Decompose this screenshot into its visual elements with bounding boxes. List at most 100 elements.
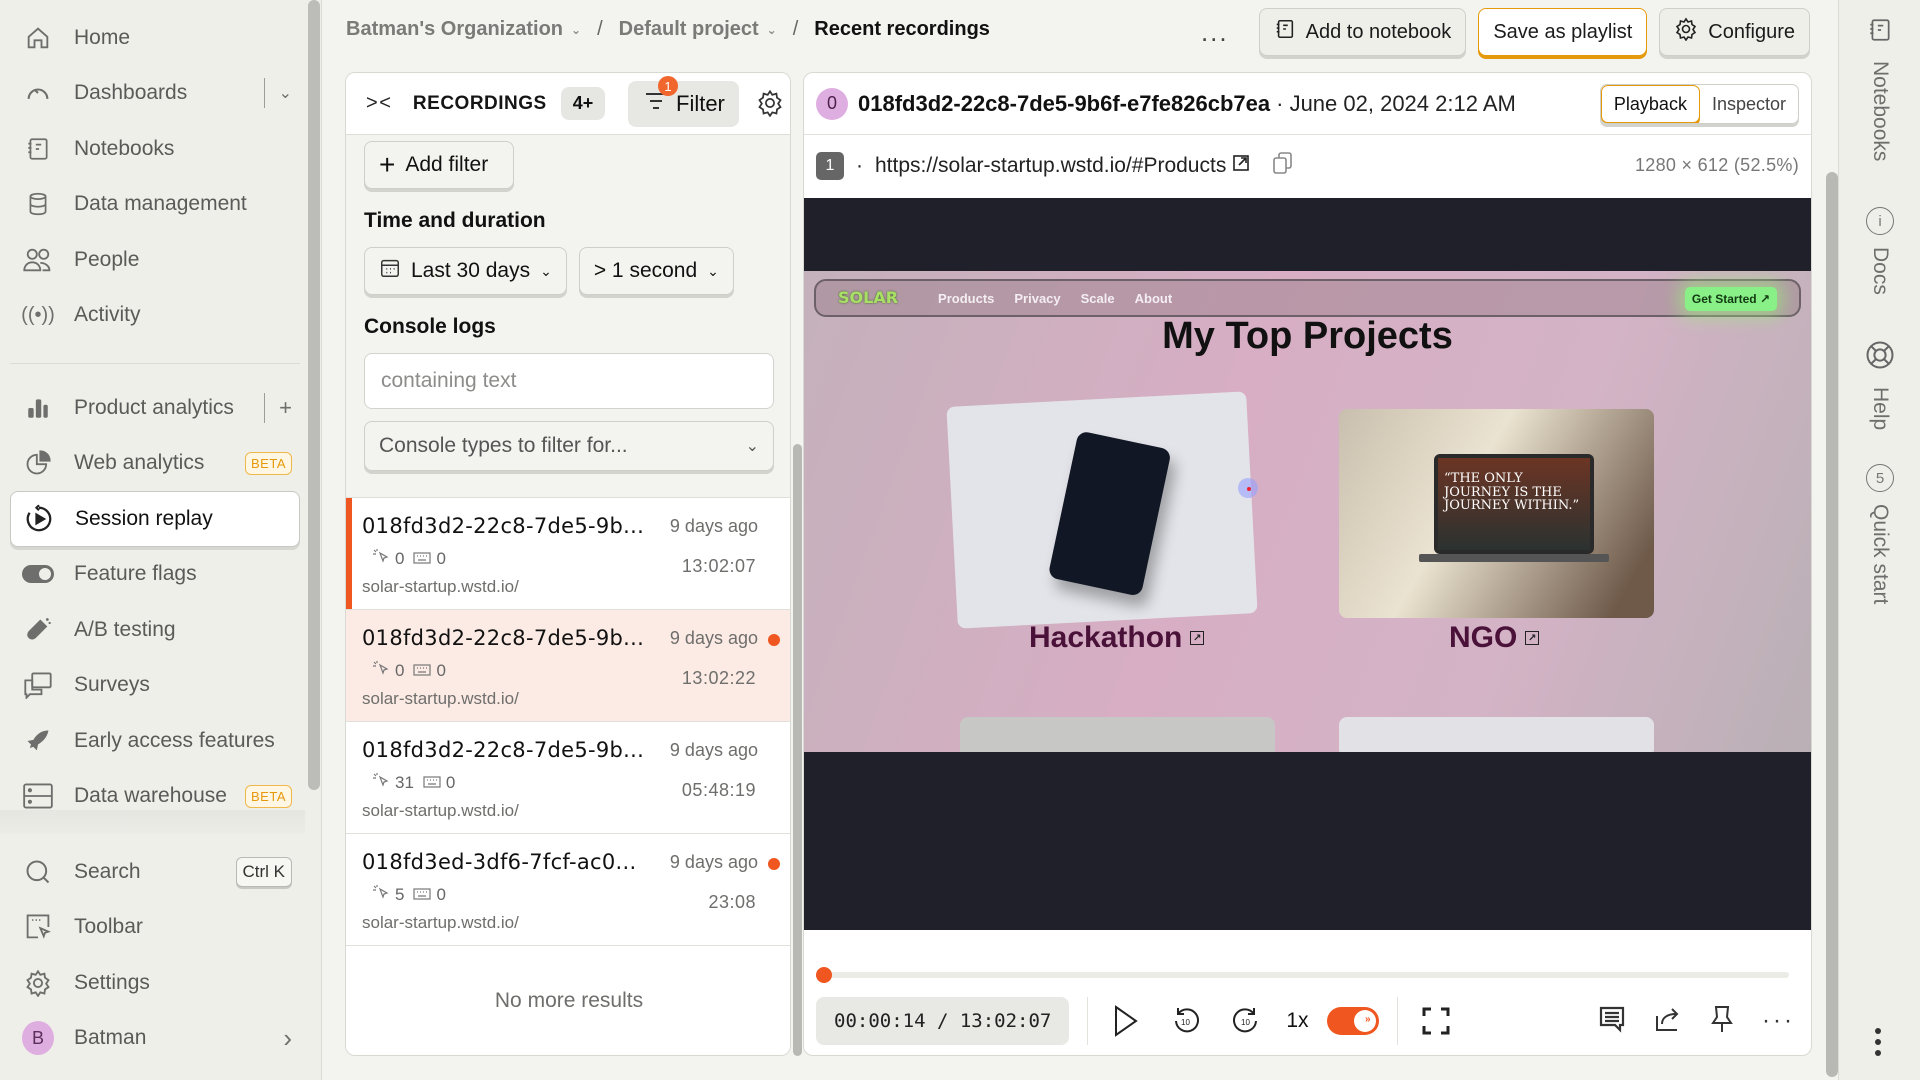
collapse-panel-icon[interactable]: > < (366, 92, 391, 115)
keyboard-icon (423, 773, 441, 793)
filter-button[interactable]: 1 Filter (628, 76, 739, 127)
recordings-header: > < RECORDINGS 4+ 1 Filter (346, 73, 790, 135)
nav-item-settings[interactable]: Settings (10, 955, 300, 1011)
player-header: 0 018fd3d2-22c8-7de5-9b6f-e7fe826cb7ea ·… (804, 73, 1811, 135)
person-avatar[interactable]: 0 (816, 87, 848, 120)
nav-item-notebooks[interactable]: Notebooks (10, 121, 300, 177)
nav-label: Settings (74, 970, 150, 994)
replayed-site: SOLAR Products Privacy Scale About Get S… (804, 271, 1811, 752)
chat-bubbles-icon (22, 669, 54, 701)
click-icon (372, 772, 390, 793)
recording-url: solar-startup.wstd.io/ (362, 689, 519, 708)
time-duration-heading: Time and duration (364, 209, 546, 232)
seek-bar[interactable] (816, 967, 1789, 983)
add-filter-button[interactable]: + Add filter (364, 141, 514, 189)
copy-url-icon[interactable] (1272, 151, 1294, 181)
nav-label: Home (74, 25, 131, 49)
comment-button[interactable] (1598, 1005, 1626, 1038)
open-external-icon[interactable] (1232, 154, 1250, 178)
nav-item-toolbar[interactable]: Toolbar (10, 900, 300, 956)
nav-item-web-analytics[interactable]: Web analytics BETA (10, 436, 300, 492)
add-to-notebook-button[interactable]: Add to notebook (1258, 8, 1467, 56)
nav-label: Early access features (74, 728, 275, 752)
toggle-icon (22, 558, 54, 590)
chevron-down-icon: ⌄ (540, 262, 552, 279)
click-count: 0 (395, 548, 405, 568)
console-text-input[interactable] (364, 353, 774, 409)
session-date: · June 02, 2024 2:12 AM (1276, 90, 1516, 116)
breadcrumb-organization[interactable]: Batman's Organization ⌄ (346, 18, 581, 41)
save-as-playlist-button[interactable]: Save as playlist (1478, 8, 1648, 56)
console-types-select[interactable]: Console types to filter for... ⌄ (364, 421, 774, 471)
recordings-settings-gear-icon[interactable] (756, 89, 784, 122)
breadcrumb-project[interactable]: Default project ⌄ (619, 18, 777, 41)
sidebar-help[interactable]: Help (1839, 340, 1920, 430)
recording-list-item[interactable]: 018fd3d2-22c8-7de5-9b... 9 days ago 0 0 13:0… (346, 609, 790, 721)
sidebar-docs[interactable]: i Docs (1839, 207, 1920, 295)
recording-list-item[interactable]: 018fd3d2-22c8-7de5-9b... 9 days ago 0 0 13:0… (346, 497, 790, 609)
keypress-count: 0 (436, 884, 446, 904)
recording-duration: 13:02:22 (681, 668, 756, 688)
nav-item-dashboards[interactable]: Dashboards ⌄ (10, 66, 300, 122)
notebook-icon (1274, 17, 1296, 47)
seek-handle[interactable] (816, 967, 833, 983)
pin-button[interactable] (1710, 1005, 1734, 1038)
date-range-dropdown[interactable]: Last 30 days ⌄ (364, 247, 567, 295)
url-index-badge: 1 (816, 152, 844, 180)
nav-item-user[interactable]: B Batman › (10, 1011, 300, 1067)
tab-inspector[interactable]: Inspector (1700, 85, 1798, 123)
breadcrumb-separator: / (792, 18, 799, 40)
recording-list-item[interactable]: 018fd3d2-22c8-7de5-9b... 9 days ago 31 0 05:… (346, 721, 790, 833)
new-insight-plus-icon[interactable]: + (279, 395, 292, 421)
search-icon (22, 856, 54, 888)
console-types-placeholder: Console types to filter for... (379, 434, 628, 457)
nav-item-home[interactable]: Home (10, 10, 300, 66)
playback-speed-button[interactable]: 1x (1286, 1009, 1308, 1033)
nav-scrollbar[interactable] (308, 0, 320, 790)
more-actions-button[interactable]: ... (1183, 17, 1247, 48)
skip-inactivity-toggle[interactable]: » (1326, 1007, 1379, 1035)
main-scrollbar[interactable] (1826, 172, 1838, 1077)
nav-item-activity[interactable]: ((•)) Activity (10, 288, 300, 344)
nav-item-data-management[interactable]: Data management (10, 177, 300, 233)
sidebar-notebooks[interactable]: Notebooks (1839, 16, 1920, 161)
nav-item-session-replay[interactable]: Session replay (10, 491, 300, 547)
current-url: https://solar-startup.wstd.io/#Products (875, 154, 1227, 177)
site-link: Scale (1080, 290, 1115, 306)
sidebar-quick-start[interactable]: 5 Quick start (1839, 464, 1920, 604)
nav-item-product-analytics[interactable]: Product analytics + (10, 380, 300, 436)
no-more-results: No more results (346, 945, 790, 1055)
forward-10-button[interactable]: 10 (1226, 1001, 1266, 1041)
project-card-partial (960, 717, 1275, 752)
sidebar-more-icon[interactable] (1875, 1028, 1881, 1056)
beta-badge: BETA (245, 784, 292, 808)
nav-item-surveys[interactable]: Surveys (10, 658, 300, 714)
fullscreen-button[interactable] (1416, 1001, 1456, 1041)
duration-dropdown[interactable]: > 1 second ⌄ (578, 247, 734, 295)
more-options-button[interactable]: ··· (1762, 1007, 1795, 1035)
filters-section: + Add filter Time and duration Last 30 d… (346, 141, 790, 471)
date-range-value: Last 30 days (411, 259, 531, 282)
recording-list-item[interactable]: 018fd3ed-3df6-7fcf-ac0... 9 days ago 5 0 23:… (346, 833, 790, 945)
tab-playback[interactable]: Playback (1600, 85, 1700, 123)
time-display: 00:00:14 / 13:02:07 (816, 997, 1070, 1045)
nav-item-early-access[interactable]: Early access features (10, 713, 300, 769)
nav-item-feature-flags[interactable]: Feature flags (10, 547, 300, 603)
configure-button[interactable]: Configure (1659, 8, 1810, 56)
keypress-count: 0 (436, 660, 446, 680)
player-panel: 0 018fd3d2-22c8-7de5-9b6f-e7fe826cb7ea ·… (803, 72, 1812, 1056)
nav-item-search[interactable]: Search Ctrl K (10, 844, 300, 900)
gear-icon (1674, 17, 1698, 47)
breadcrumb-separator: / (597, 18, 603, 40)
recordings-scrollbar[interactable] (793, 444, 802, 1056)
share-button[interactable] (1654, 1006, 1682, 1037)
nav-item-people[interactable]: People (10, 232, 300, 288)
expand-dashboards-chevron-icon[interactable]: ⌄ (279, 83, 292, 103)
sidebar-docs-label: Docs (1869, 247, 1892, 295)
nav-item-ab-testing[interactable]: A/B testing (10, 602, 300, 658)
replay-cursor-icon (1238, 478, 1258, 498)
recording-url: solar-startup.wstd.io/ (362, 801, 519, 820)
broadcast-icon: ((•)) (21, 303, 55, 326)
play-button[interactable] (1106, 1001, 1146, 1041)
rewind-10-button[interactable]: 10 (1166, 1001, 1206, 1041)
